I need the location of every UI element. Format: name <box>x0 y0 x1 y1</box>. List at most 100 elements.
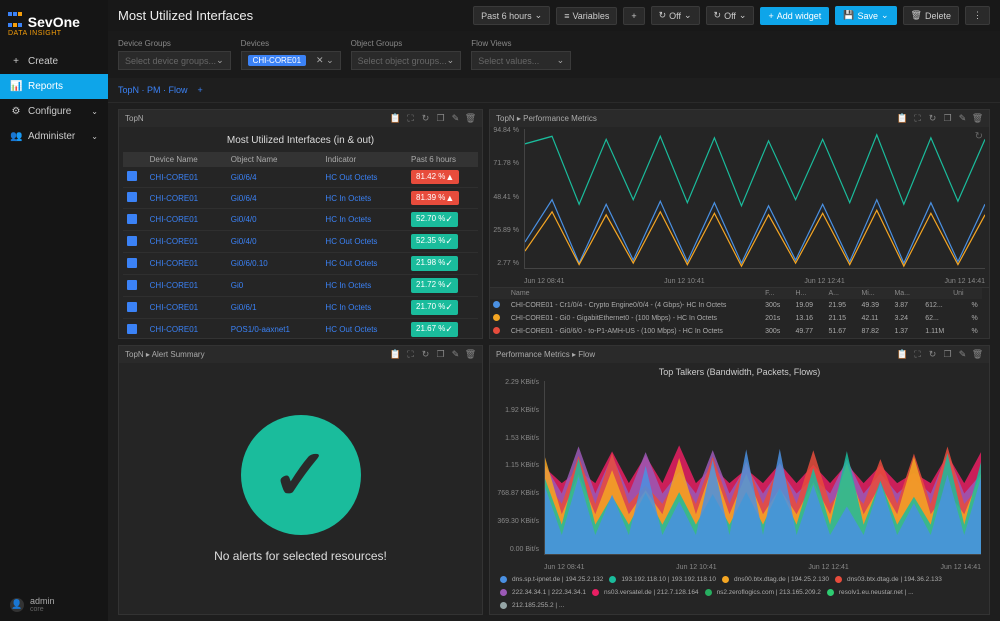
table-row[interactable]: CHI-CORE01 Gi0/4/0 HC Out Octets 52.35 %… <box>123 231 478 253</box>
delete-button[interactable]: 🗑 Delete <box>903 6 959 25</box>
checkbox-icon[interactable] <box>127 171 137 181</box>
copy-icon[interactable]: 📋 <box>897 349 908 360</box>
indicator-cell[interactable]: HC In Octets <box>321 209 397 231</box>
table-row[interactable]: CHI-CORE01 Gi0/6/0.10 HC Out Octets 21.9… <box>123 253 478 275</box>
device-groups-select[interactable]: Select device groups...⌄ <box>118 51 231 70</box>
column-header[interactable]: Uni <box>950 288 968 299</box>
edit-icon[interactable]: ✎ <box>450 349 461 360</box>
clone-icon[interactable]: ❐ <box>435 113 446 124</box>
column-header[interactable] <box>217 152 227 167</box>
delete-icon[interactable]: 🗑 <box>465 349 476 360</box>
refresh-icon[interactable]: ↻ <box>420 113 431 124</box>
object-cell[interactable]: Gi0/6/1 <box>227 297 312 319</box>
object-cell[interactable]: Gi0/6/0.10 <box>227 253 312 275</box>
device-cell[interactable]: CHI-CORE01 <box>146 209 217 231</box>
table-row[interactable]: CHI-CORE01 Gi0/6/4 HC In Octets 81.39 %▲ <box>123 188 478 209</box>
object-groups-select[interactable]: Select object groups...⌄ <box>351 51 462 70</box>
table-row[interactable]: CHI-CORE01 - Gi0/6/0 - to-P1-AMH-US - (1… <box>490 325 989 338</box>
checkbox-icon[interactable] <box>127 302 137 312</box>
sidebar-item-create[interactable]: + Create <box>0 49 108 74</box>
column-header[interactable]: Indicator <box>321 152 397 167</box>
legend-item[interactable]: ns2.zeroflogics.com | 213.165.209.2 <box>705 589 821 596</box>
timerange-button[interactable]: Past 6 hours ⌄ <box>473 6 550 25</box>
column-header[interactable] <box>490 288 508 299</box>
indicator-cell[interactable]: HC Out Octets <box>321 319 397 339</box>
copy-icon[interactable]: 📋 <box>897 113 908 124</box>
device-cell[interactable]: CHI-CORE01 <box>146 297 217 319</box>
device-cell[interactable]: CHI-CORE01 <box>146 231 217 253</box>
legend-item[interactable]: ns03.versatel.de | 212.7.128.164 <box>592 589 699 596</box>
table-row[interactable]: CHI-CORE01 Gi0/6/1 HC In Octets 21.70 %✓ <box>123 297 478 319</box>
legend-item[interactable]: dns00.btx.dtag.de | 194.25.2.130 <box>722 576 829 583</box>
column-header[interactable] <box>852 288 859 299</box>
object-cell[interactable]: Gi0/6/4 <box>227 188 312 209</box>
column-header[interactable] <box>885 288 892 299</box>
column-header[interactable] <box>311 152 321 167</box>
edit-icon[interactable]: ✎ <box>957 349 968 360</box>
delete-icon[interactable]: 🗑 <box>972 113 983 124</box>
clone-icon[interactable]: ❐ <box>942 349 953 360</box>
checkbox-icon[interactable] <box>127 192 137 202</box>
object-cell[interactable]: Gi0 <box>227 275 312 297</box>
column-header[interactable]: A... <box>825 288 851 299</box>
tab-main[interactable]: TopN · PM · Flow <box>118 82 188 98</box>
column-header[interactable]: Ma... <box>891 288 915 299</box>
clear-icon[interactable]: ✕ <box>316 55 324 65</box>
tab-add[interactable]: + <box>198 82 203 98</box>
table-row[interactable]: CHI-CORE01 Gi0/6/4 HC Out Octets 81.42 %… <box>123 167 478 188</box>
column-header[interactable] <box>755 288 762 299</box>
column-header[interactable]: Past 6 hours <box>407 152 478 167</box>
user-footer[interactable]: 👤 admin core <box>0 588 108 621</box>
expand-icon[interactable]: ⛶ <box>405 349 416 360</box>
column-header[interactable] <box>916 288 923 299</box>
copy-icon[interactable]: 📋 <box>390 349 401 360</box>
indicator-cell[interactable]: HC Out Octets <box>321 231 397 253</box>
column-header[interactable]: Object Name <box>227 152 312 167</box>
object-cell[interactable]: Gi0/4/0 <box>227 209 312 231</box>
add-button[interactable]: + <box>623 7 644 25</box>
delete-icon[interactable]: 🗑 <box>972 349 983 360</box>
indicator-cell[interactable]: HC Out Octets <box>321 253 397 275</box>
legend-item[interactable]: resolv1.eu.neustar.net | ... <box>827 589 914 596</box>
copy-icon[interactable]: 📋 <box>390 113 401 124</box>
expand-icon[interactable]: ⛶ <box>912 113 923 124</box>
column-header[interactable] <box>819 288 826 299</box>
device-cell[interactable]: CHI-CORE01 <box>146 188 217 209</box>
column-header[interactable]: Device Name <box>146 152 217 167</box>
legend-item[interactable]: 222.34.34.1 | 222.34.34.1 <box>500 589 586 596</box>
object-cell[interactable]: POS1/0-aaxnet1 <box>227 319 312 339</box>
refresh-icon[interactable]: ↻ <box>420 349 431 360</box>
sidebar-item-reports[interactable]: 📊 Reports <box>0 74 108 99</box>
refresh-off-button-2[interactable]: ↻ Off ⌄ <box>706 6 755 25</box>
clone-icon[interactable]: ❐ <box>942 113 953 124</box>
checkbox-icon[interactable] <box>127 324 137 334</box>
checkbox-icon[interactable] <box>127 236 137 246</box>
device-cell[interactable]: CHI-CORE01 <box>146 275 217 297</box>
edit-icon[interactable]: ✎ <box>450 113 461 124</box>
device-cell[interactable]: CHI-CORE01 <box>146 167 217 188</box>
legend-item[interactable]: dns03.btx.dtag.de | 194.36.2.133 <box>835 576 942 583</box>
column-header[interactable] <box>969 288 983 299</box>
table-row[interactable]: CHI-CORE01 Gi0/4/0 HC In Octets 52.70 %✓ <box>123 209 478 231</box>
table-row[interactable]: CHI-CORE01 - Cr1/0/4 - Crypto Engine0/0/… <box>490 299 989 312</box>
table-row[interactable]: CHI-CORE01 Gi0 HC In Octets 21.72 %✓ <box>123 275 478 297</box>
more-button[interactable]: ⋮ <box>965 6 990 25</box>
flow-views-select[interactable]: Select values...⌄ <box>471 51 571 70</box>
legend-item[interactable]: 212.185.255.2 | ... <box>500 602 564 609</box>
table-row[interactable]: CHI-CORE01 - Gi0 - GigabitEthernet0 - (1… <box>490 312 989 325</box>
indicator-cell[interactable]: HC In Octets <box>321 275 397 297</box>
indicator-cell[interactable]: HC Out Octets <box>321 167 397 188</box>
indicator-cell[interactable]: HC In Octets <box>321 188 397 209</box>
table-row[interactable]: CHI-CORE01 POS1/0-aaxnet1 HC Out Octets … <box>123 319 478 339</box>
delete-icon[interactable]: 🗑 <box>465 113 476 124</box>
clone-icon[interactable]: ❐ <box>435 349 446 360</box>
variables-button[interactable]: ≡ Variables <box>556 7 617 25</box>
expand-icon[interactable]: ⛶ <box>912 349 923 360</box>
sidebar-item-configure[interactable]: ⚙ Configure ⌄ <box>0 99 108 124</box>
column-header[interactable]: F... <box>762 288 786 299</box>
column-header[interactable] <box>786 288 793 299</box>
devices-select[interactable]: CHI-CORE01✕ ⌄ <box>241 51 341 70</box>
save-button[interactable]: 💾 Save ⌄ <box>835 6 896 25</box>
add-widget-button[interactable]: + Add widget <box>760 7 829 25</box>
sidebar-item-administer[interactable]: 👥 Administer ⌄ <box>0 124 108 149</box>
